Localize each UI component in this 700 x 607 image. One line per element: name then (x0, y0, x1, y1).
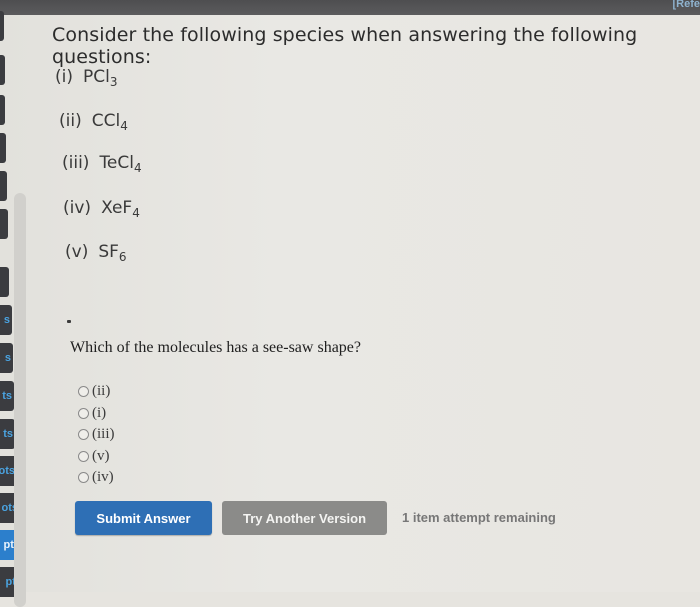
species-item: (ii) CCl4 (59, 111, 128, 133)
nav-tab[interactable]: ts (0, 381, 14, 411)
radio-button[interactable] (78, 407, 89, 419)
radio-button[interactable] (78, 450, 89, 462)
nav-tab[interactable] (0, 171, 7, 201)
option-iii[interactable]: (iii) (78, 424, 115, 446)
nav-tab[interactable] (0, 267, 9, 297)
attempts-remaining: 1 item attempt remaining (402, 510, 556, 525)
nav-tab[interactable]: s (0, 343, 13, 373)
nav-tab[interactable]: s (0, 305, 12, 335)
nav-tab[interactable]: ts (0, 419, 15, 449)
nav-tab[interactable] (0, 55, 5, 85)
species-item: (iv) XeF4 (63, 198, 140, 220)
option-i[interactable]: (i) (78, 403, 115, 425)
nav-tab[interactable] (0, 11, 4, 41)
nav-tab[interactable] (0, 95, 5, 125)
radio-button[interactable] (78, 429, 89, 441)
option-ii[interactable]: (ii) (78, 381, 115, 403)
try-another-version-button[interactable]: Try Another Version (222, 501, 387, 535)
radio-button[interactable] (78, 472, 89, 484)
species-item: (i) PCl3 (55, 67, 118, 89)
nav-tab[interactable] (0, 133, 6, 163)
question-intro: Consider the following species when answ… (52, 24, 638, 68)
bullet-marker (67, 320, 71, 323)
option-iv[interactable]: (iv) (78, 467, 115, 489)
scrollbar[interactable] (14, 193, 26, 607)
radio-button[interactable] (78, 386, 89, 398)
submit-answer-button[interactable]: Submit Answer (75, 501, 212, 535)
question-text: Which of the molecules has a see-saw sha… (70, 339, 361, 356)
top-bar: [Refe (0, 0, 700, 15)
answer-options: (ii) (i) (iii) (v) (iv) (78, 381, 115, 489)
option-v[interactable]: (v) (78, 446, 115, 468)
nav-tab[interactable] (0, 209, 8, 239)
species-item: (iii) TeCl4 (62, 153, 142, 175)
species-item: (v) SF6 (65, 242, 127, 264)
references-link[interactable]: [Refe (672, 0, 700, 10)
